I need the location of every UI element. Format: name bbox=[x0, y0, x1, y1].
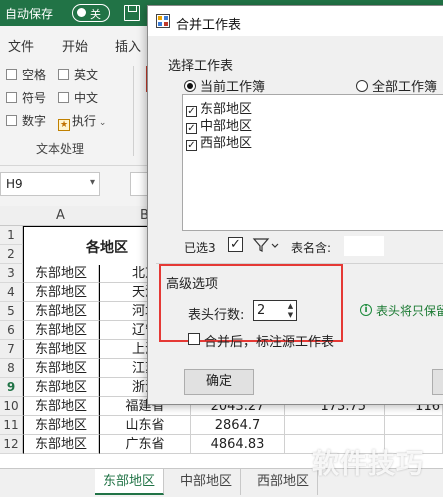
option-english[interactable]: 英文 bbox=[58, 66, 98, 83]
cancel-button[interactable] bbox=[432, 369, 443, 395]
row-header[interactable]: 6 bbox=[0, 321, 23, 340]
checkbox-checked-icon[interactable]: ✓ bbox=[186, 140, 197, 151]
execute-label: 执行 bbox=[72, 114, 97, 128]
group-label-text-processing: 文本处理 bbox=[36, 142, 85, 156]
table-cell-d[interactable] bbox=[285, 416, 385, 435]
option-chinese-label: 中文 bbox=[74, 91, 99, 105]
checkbox-icon[interactable] bbox=[58, 92, 69, 103]
row-header[interactable]: 11 bbox=[0, 416, 23, 435]
table-cell-b[interactable]: 山东省 bbox=[99, 416, 191, 435]
checkbox-icon[interactable] bbox=[58, 69, 69, 80]
table-cell-e[interactable] bbox=[385, 416, 443, 435]
row-header[interactable]: 12 bbox=[0, 435, 23, 454]
sheet-tab-west[interactable]: 西部地区 bbox=[249, 469, 319, 495]
row-header[interactable]: 4 bbox=[0, 283, 23, 302]
ok-button[interactable]: 确定 bbox=[184, 369, 254, 395]
table-cell-c[interactable]: 4864.83 bbox=[191, 435, 285, 454]
app-grid-icon bbox=[156, 14, 170, 28]
option-chinese[interactable]: 中文 bbox=[58, 89, 98, 106]
option-symbol-label: 符号 bbox=[22, 91, 47, 105]
name-box-value: H9 bbox=[6, 177, 23, 191]
save-icon[interactable] bbox=[124, 5, 140, 21]
row-header[interactable]: 3 bbox=[0, 264, 23, 283]
execute-button[interactable]: ★ 执行 ⌄ bbox=[58, 112, 106, 131]
filter-icon[interactable] bbox=[251, 236, 281, 254]
radio-all-workbooks[interactable]: 全部工作簿 bbox=[356, 76, 437, 95]
chevron-down-icon[interactable]: ▾ bbox=[90, 177, 95, 188]
execute-icon: ★ bbox=[58, 119, 70, 131]
info-icon: i bbox=[360, 304, 372, 316]
ribbon-separator bbox=[133, 66, 134, 156]
toggle-knob-icon bbox=[77, 8, 86, 17]
option-english-label: 英文 bbox=[74, 68, 99, 82]
dialog-title-bar[interactable]: 合并工作表 bbox=[148, 6, 443, 36]
column-header-a[interactable]: A bbox=[56, 208, 65, 223]
name-box[interactable]: H9 ▾ bbox=[0, 172, 100, 196]
autosave-state: 关 bbox=[90, 8, 101, 21]
sheet-name-contains-label: 表名含: bbox=[291, 241, 332, 255]
radio-current-workbook[interactable]: 当前工作簿 bbox=[184, 76, 265, 95]
row-header[interactable]: 1 bbox=[0, 226, 23, 245]
list-item-west[interactable]: ✓ 西部地区 bbox=[186, 132, 252, 151]
table-cell-a[interactable]: 东部地区 bbox=[23, 359, 99, 378]
merge-sheets-dialog: 合并工作表 选择工作表 当前工作簿 全部工作簿 ✓ 东部地区 ✓ 中部地区 ✓ 西部地… bbox=[147, 5, 443, 405]
table-cell-b[interactable]: 广东省 bbox=[99, 435, 191, 454]
mark-source-checkbox[interactable] bbox=[188, 333, 200, 345]
option-symbol[interactable]: 符号 bbox=[6, 89, 46, 106]
radio-unselected-icon[interactable] bbox=[356, 80, 368, 92]
radio-selected-icon[interactable] bbox=[184, 80, 196, 92]
row-header[interactable]: 8 bbox=[0, 359, 23, 378]
table-cell-a[interactable]: 东部地区 bbox=[23, 416, 99, 435]
option-space-label: 空格 bbox=[22, 68, 47, 82]
checkbox-icon[interactable] bbox=[6, 69, 17, 80]
row-header[interactable]: 10 bbox=[0, 397, 23, 416]
checkbox-icon[interactable] bbox=[6, 92, 17, 103]
table-cell-a[interactable]: 东部地区 bbox=[23, 283, 99, 302]
option-space[interactable]: 空格 bbox=[6, 66, 46, 83]
option-number-label: 数字 bbox=[22, 114, 47, 128]
table-cell-a[interactable]: 东部地区 bbox=[23, 435, 99, 454]
sheet-tab-central[interactable]: 中部地区 bbox=[172, 469, 242, 495]
table-cell-a[interactable]: 东部地区 bbox=[23, 378, 99, 397]
info-text: 表头将只保留 bbox=[376, 304, 443, 318]
autosave-toggle[interactable]: 关 bbox=[72, 4, 110, 22]
select-all-checkbox[interactable]: ✓ bbox=[228, 237, 243, 252]
sheet-tab-east[interactable]: 东部地区 bbox=[95, 469, 165, 495]
table-cell-a[interactable]: 东部地区 bbox=[23, 340, 99, 359]
radio-all-label: 全部工作簿 bbox=[372, 80, 438, 95]
row-header[interactable]: 7 bbox=[0, 340, 23, 359]
radio-current-label: 当前工作簿 bbox=[200, 80, 266, 95]
dialog-title: 合并工作表 bbox=[176, 18, 242, 33]
select-sheets-label: 选择工作表 bbox=[168, 59, 234, 74]
table-cell-a[interactable]: 东部地区 bbox=[23, 302, 99, 321]
table-cell-a[interactable]: 东部地区 bbox=[23, 321, 99, 340]
table-cell-c[interactable]: 2864.7 bbox=[191, 416, 285, 435]
table-cell-a[interactable]: 东部地区 bbox=[23, 264, 99, 283]
sheet-list[interactable]: ✓ 东部地区 ✓ 中部地区 ✓ 西部地区 bbox=[182, 94, 443, 231]
tab-insert[interactable]: 插入 bbox=[115, 36, 141, 55]
selected-count: 已选3 bbox=[184, 241, 216, 255]
mark-source-label: 合并后，标注源工作表 bbox=[204, 335, 335, 350]
row-header[interactable]: 9 bbox=[0, 378, 23, 397]
checkbox-icon[interactable] bbox=[6, 115, 17, 126]
tab-home[interactable]: 开始 bbox=[62, 36, 88, 55]
tab-file[interactable]: 文件 bbox=[8, 36, 34, 55]
option-number[interactable]: 数字 bbox=[6, 112, 46, 129]
sheet-name-filter-input[interactable] bbox=[344, 236, 384, 256]
table-cell-a[interactable]: 东部地区 bbox=[23, 397, 99, 416]
autosave-label: 自动保存 bbox=[5, 7, 54, 21]
list-item-label: 西部地区 bbox=[200, 136, 253, 151]
row-header[interactable]: 2 bbox=[0, 245, 23, 264]
row-header[interactable]: 5 bbox=[0, 302, 23, 321]
watermark-text: 软件技巧 bbox=[312, 449, 424, 480]
